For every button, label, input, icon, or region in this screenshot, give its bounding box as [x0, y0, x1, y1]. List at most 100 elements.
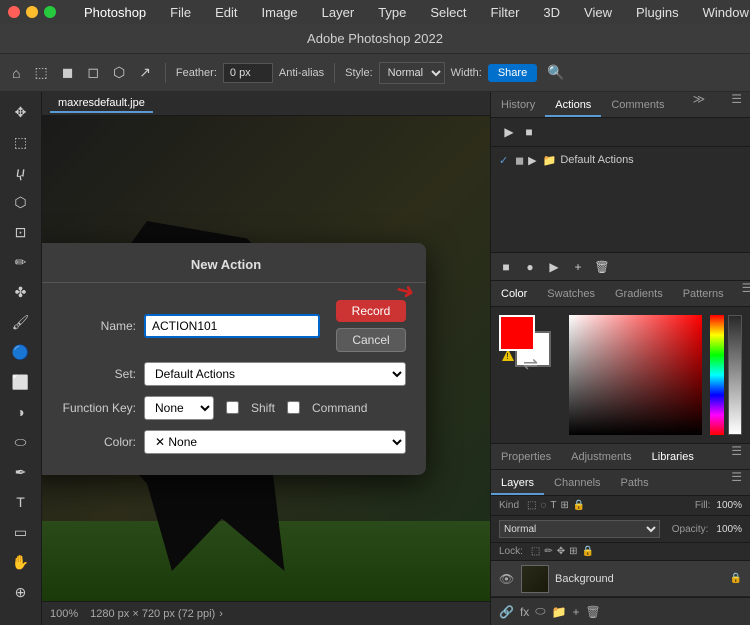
- kind-icon4[interactable]: ⊞: [561, 500, 569, 511]
- command-checkbox[interactable]: [287, 401, 300, 414]
- kind-icon3[interactable]: T: [550, 500, 556, 511]
- move-tool[interactable]: ✥: [7, 98, 35, 126]
- clone-tool[interactable]: 🔵: [7, 338, 35, 366]
- shift-checkbox[interactable]: [226, 401, 239, 414]
- record-button[interactable]: Record: [336, 300, 406, 322]
- brush-tool[interactable]: 🖌: [7, 308, 35, 336]
- new-action-dialog[interactable]: New Action Name: ➜ Record Cancel: [42, 243, 426, 475]
- menu-edit[interactable]: Edit: [211, 5, 241, 20]
- foreground-color-swatch[interactable]: [499, 315, 535, 351]
- tab-layers[interactable]: Layers: [491, 470, 544, 495]
- text-tool[interactable]: T: [7, 488, 35, 516]
- menu-3d[interactable]: 3D: [539, 5, 564, 20]
- link-layers-btn[interactable]: 🔗: [499, 605, 514, 619]
- new-group-btn[interactable]: 📁: [552, 605, 567, 619]
- set-select[interactable]: Default Actions: [144, 362, 406, 386]
- delete-layer-btn[interactable]: 🗑: [586, 605, 601, 619]
- color-gradient-box[interactable]: [569, 315, 702, 435]
- panel-menu-btn[interactable]: ☰: [723, 92, 750, 117]
- lock-pixel-icon[interactable]: ✏: [544, 546, 552, 557]
- menu-view[interactable]: View: [580, 5, 616, 20]
- menu-photoshop[interactable]: Photoshop: [80, 5, 150, 20]
- magic-wand-tool[interactable]: ⬡: [7, 188, 35, 216]
- tab-patterns[interactable]: Patterns: [673, 281, 734, 306]
- actions-record-btn[interactable]: ●: [519, 256, 541, 278]
- close-button[interactable]: [8, 6, 20, 18]
- tab-actions[interactable]: Actions: [545, 92, 601, 117]
- menu-image[interactable]: Image: [258, 5, 302, 20]
- feather-input[interactable]: [223, 63, 273, 83]
- swap-colors-icon[interactable]: ⇌: [523, 354, 538, 375]
- menu-filter[interactable]: Filter: [487, 5, 524, 20]
- add-mask-btn[interactable]: ⬭: [535, 604, 545, 619]
- eraser-tool[interactable]: ⬜: [7, 368, 35, 396]
- maximize-button[interactable]: [44, 6, 56, 18]
- opacity-strip[interactable]: [728, 315, 742, 435]
- tab-color[interactable]: Color: [491, 281, 537, 306]
- selection-tool[interactable]: ⬚: [7, 128, 35, 156]
- toolbar-icon2[interactable]: ◼: [58, 62, 78, 83]
- kind-icon1[interactable]: ⬚: [527, 500, 536, 511]
- add-style-btn[interactable]: fx: [520, 605, 529, 619]
- new-layer-btn[interactable]: +: [573, 605, 580, 619]
- color-hue-strip[interactable]: [710, 315, 724, 435]
- tab-adjustments[interactable]: Adjustments: [561, 444, 642, 469]
- layers-panel-menu[interactable]: ☰: [723, 444, 750, 469]
- spot-heal-tool[interactable]: ✤: [7, 278, 35, 306]
- tab-channels[interactable]: Channels: [544, 470, 610, 495]
- menu-plugins[interactable]: Plugins: [632, 5, 683, 20]
- menu-window[interactable]: Window: [699, 5, 750, 20]
- lock-artboard-icon[interactable]: ⊞: [569, 546, 577, 557]
- color-select[interactable]: ✕ None: [144, 430, 406, 454]
- fkey-select[interactable]: None: [144, 396, 214, 420]
- lock-transparent-icon[interactable]: ⬚: [531, 546, 540, 557]
- tab-properties[interactable]: Properties: [491, 444, 561, 469]
- layer-row-background[interactable]: 👁 Background 🔒: [491, 561, 750, 597]
- tab-gradients[interactable]: Gradients: [605, 281, 673, 306]
- kind-icon2[interactable]: ◌: [540, 500, 546, 511]
- crop-tool[interactable]: ⊡: [7, 218, 35, 246]
- zoom-tool[interactable]: ⊕: [7, 578, 35, 606]
- menu-layer[interactable]: Layer: [318, 5, 359, 20]
- home-icon[interactable]: ⌂: [8, 63, 24, 83]
- actions-stop-btn[interactable]: ■: [519, 122, 539, 142]
- shape-tool[interactable]: ▭: [7, 518, 35, 546]
- color-panel-menu[interactable]: ☰: [734, 281, 750, 306]
- hand-tool[interactable]: ✋: [7, 548, 35, 576]
- toolbar-icon3[interactable]: ◻: [83, 62, 103, 83]
- canvas-tab[interactable]: maxresdefault.jpe: [50, 95, 153, 113]
- tab-history[interactable]: History: [491, 92, 545, 117]
- default-actions-row[interactable]: ✓ ◼ ▶ 📁 Default Actions: [491, 147, 750, 173]
- lock-all-icon[interactable]: 🔒: [582, 546, 594, 557]
- menu-type[interactable]: Type: [374, 5, 410, 20]
- layers-sub-menu[interactable]: ☰: [723, 470, 750, 495]
- actions-delete-btn[interactable]: 🗑: [591, 256, 613, 278]
- tab-comments[interactable]: Comments: [601, 92, 674, 117]
- gradient-tool[interactable]: ◑: [7, 398, 35, 426]
- pen-tool[interactable]: ✒: [7, 458, 35, 486]
- panel-more-btn[interactable]: ≫: [685, 92, 714, 117]
- tab-libraries[interactable]: Libraries: [642, 444, 704, 469]
- lasso-tool[interactable]: ⴤ: [7, 158, 35, 186]
- cancel-button[interactable]: Cancel: [336, 328, 406, 352]
- share-button[interactable]: Share: [488, 64, 537, 82]
- style-select[interactable]: Normal: [379, 62, 445, 84]
- toolbar-icon4[interactable]: ⬡: [109, 62, 129, 83]
- tab-paths[interactable]: Paths: [611, 470, 659, 495]
- blend-mode-select[interactable]: Normal: [499, 520, 660, 538]
- minimize-button[interactable]: [26, 6, 38, 18]
- marquee-icon[interactable]: ⬚: [30, 62, 51, 83]
- actions-play-btn[interactable]: ▶: [499, 122, 519, 142]
- eyedropper-tool[interactable]: ✏: [7, 248, 35, 276]
- lock-position-icon[interactable]: ✥: [557, 546, 565, 557]
- menu-file[interactable]: File: [166, 5, 195, 20]
- actions-play-btn2[interactable]: ▶: [543, 256, 565, 278]
- dodge-tool[interactable]: ⬭: [7, 428, 35, 456]
- tab-swatches[interactable]: Swatches: [537, 281, 605, 306]
- kind-icon5[interactable]: 🔒: [573, 500, 585, 511]
- toolbar-icon5[interactable]: ↗: [135, 62, 155, 83]
- action-name-input[interactable]: [144, 314, 320, 338]
- layer-visibility-icon[interactable]: 👁: [499, 572, 515, 586]
- menu-select[interactable]: Select: [426, 5, 470, 20]
- actions-stop-btn2[interactable]: ■: [495, 256, 517, 278]
